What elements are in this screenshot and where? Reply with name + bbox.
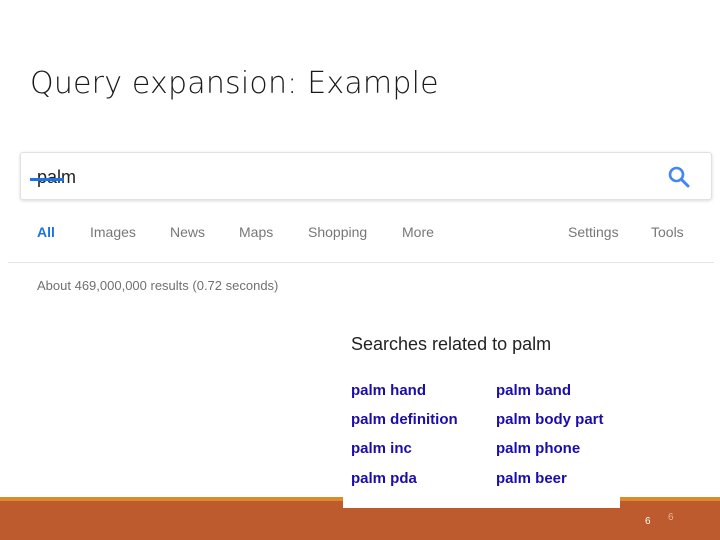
- related-link-palm-definition[interactable]: palm definition: [351, 411, 458, 428]
- search-box[interactable]: [20, 152, 712, 200]
- related-link-palm-phone[interactable]: palm phone: [496, 440, 580, 457]
- tab-images[interactable]: Images: [90, 224, 136, 240]
- tab-more[interactable]: More: [402, 224, 434, 240]
- related-searches-title: Searches related to palm: [351, 334, 552, 354]
- tab-all[interactable]: All: [37, 224, 55, 240]
- tab-tools[interactable]: Tools: [651, 224, 684, 240]
- active-tab-indicator: [30, 178, 64, 181]
- search-tabs: All Images News Maps Shopping More Setti…: [8, 220, 714, 250]
- tab-shopping[interactable]: Shopping: [308, 224, 367, 240]
- slide-number-ghost: 6: [668, 512, 674, 523]
- result-stats: About 469,000,000 results (0.72 seconds): [37, 278, 279, 293]
- slide-title: Query expansion: Example: [30, 66, 439, 101]
- search-icon[interactable]: [665, 163, 693, 191]
- tab-settings[interactable]: Settings: [568, 224, 619, 240]
- related-link-palm-beer[interactable]: palm beer: [496, 470, 567, 487]
- search-input[interactable]: [37, 165, 597, 189]
- related-link-palm-body-part[interactable]: palm body part: [496, 411, 604, 428]
- related-link-palm-band[interactable]: palm band: [496, 382, 571, 399]
- slide-number: 6: [645, 516, 651, 527]
- related-panel-overlay: Searches related to palm palm hand palm …: [343, 318, 620, 508]
- tabs-divider: [8, 262, 714, 263]
- tab-news[interactable]: News: [170, 224, 205, 240]
- related-link-palm-inc[interactable]: palm inc: [351, 440, 412, 457]
- related-link-palm-hand[interactable]: palm hand: [351, 382, 426, 399]
- tab-maps[interactable]: Maps: [239, 224, 273, 240]
- related-link-palm-pda[interactable]: palm pda: [351, 470, 417, 487]
